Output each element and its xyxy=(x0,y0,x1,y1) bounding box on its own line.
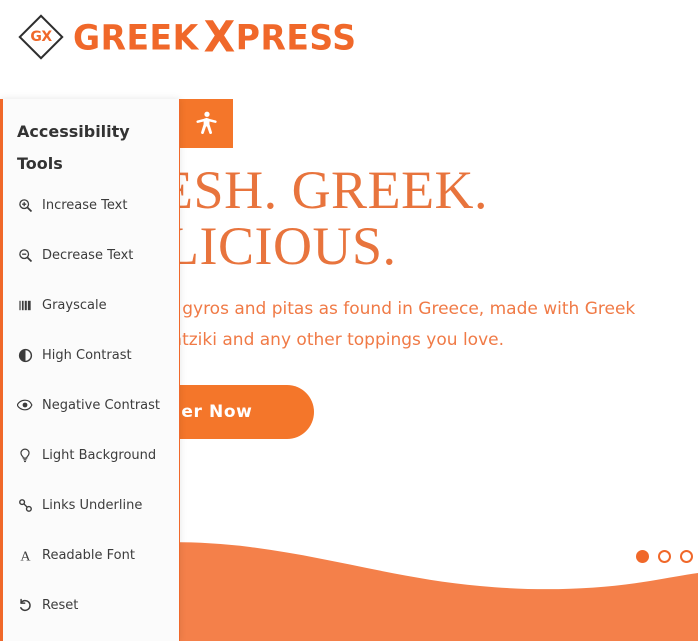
a11y-item-readable-font[interactable]: A Readable Font xyxy=(3,530,179,580)
carousel-dot-2[interactable] xyxy=(658,550,671,563)
hero-heading: FRESH. GREEK. DELICIOUS. xyxy=(93,160,489,276)
logo-word-greek: GREEK xyxy=(73,16,199,58)
a11y-label: Readable Font xyxy=(42,547,135,563)
a11y-label: High Contrast xyxy=(42,347,132,363)
a11y-label: Reset xyxy=(42,597,79,613)
site-logo[interactable]: GX GREEK XPRESS xyxy=(18,14,356,60)
a11y-item-links-underline[interactable]: Links Underline xyxy=(3,480,179,530)
a11y-item-increase-text[interactable]: Increase Text xyxy=(3,180,179,230)
link-chain-icon xyxy=(17,497,33,513)
logo-mark-text: GX xyxy=(30,29,52,45)
carousel-dots xyxy=(636,550,693,563)
site-header: GX GREEK XPRESS xyxy=(0,0,698,82)
logo-word-xpress: XPRESS xyxy=(204,15,357,58)
accessibility-person-icon xyxy=(195,111,217,134)
carousel-dot-1[interactable] xyxy=(636,550,649,563)
a11y-label: Increase Text xyxy=(42,197,128,213)
a11y-label: Light Background xyxy=(42,447,157,463)
logo-diamond-icon: GX xyxy=(18,14,64,60)
a11y-label: Grayscale xyxy=(42,297,107,313)
logo-big-x: X xyxy=(203,11,236,62)
a11y-label: Links Underline xyxy=(42,497,143,513)
eye-icon xyxy=(17,397,33,413)
a11y-item-light-background[interactable]: Light Background xyxy=(3,430,179,480)
undo-arrow-icon xyxy=(17,597,33,613)
a11y-item-high-contrast[interactable]: High Contrast xyxy=(3,330,179,380)
svg-text:A: A xyxy=(20,548,31,563)
zoom-out-icon xyxy=(17,247,33,263)
a11y-item-decrease-text[interactable]: Decrease Text xyxy=(3,230,179,280)
serif-a-icon: A xyxy=(17,547,33,563)
a11y-label: Negative Contrast xyxy=(42,397,161,413)
grayscale-bars-icon xyxy=(17,297,33,313)
accessibility-tools-panel: Accessibility Tools Increase Text Decrea… xyxy=(0,99,180,641)
a11y-label: Decrease Text xyxy=(42,247,134,263)
accessibility-toggle-button[interactable] xyxy=(180,99,233,148)
logo-wordmark: GREEK XPRESS xyxy=(73,15,357,58)
a11y-item-reset[interactable]: Reset xyxy=(3,580,179,630)
zoom-in-icon xyxy=(17,197,33,213)
carousel-dot-3[interactable] xyxy=(680,550,693,563)
page-root: FRESH. GREEK. DELICIOUS. Authentic gyros… xyxy=(0,0,698,641)
accessibility-panel-title: Accessibility Tools xyxy=(17,122,130,173)
contrast-circle-icon xyxy=(17,347,33,363)
logo-word-press: PRESS xyxy=(235,16,357,58)
lightbulb-icon xyxy=(17,447,33,463)
a11y-item-grayscale[interactable]: Grayscale xyxy=(3,280,179,330)
a11y-item-negative-contrast[interactable]: Negative Contrast xyxy=(3,380,179,430)
